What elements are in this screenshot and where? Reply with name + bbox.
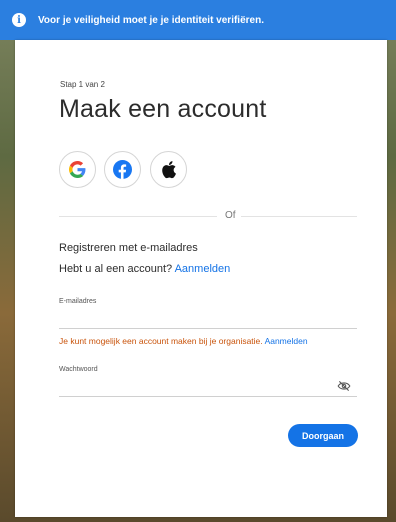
or-separator: Of <box>225 210 236 221</box>
password-label: Wachtwoord <box>59 366 98 373</box>
facebook-signin-button[interactable] <box>104 151 141 188</box>
password-field[interactable] <box>59 376 357 397</box>
facebook-icon <box>113 160 132 179</box>
step-indicator: Stap 1 van 2 <box>60 80 105 89</box>
signup-card: Stap 1 van 2 Maak een account Of Registr… <box>15 40 387 517</box>
divider-left <box>59 216 217 217</box>
notification-banner: i Voor je veiligheid moet je je identite… <box>0 0 396 40</box>
divider-right <box>241 216 357 217</box>
register-heading: Registreren met e-mailadres <box>59 242 198 254</box>
have-account-text: Hebt u al een account? <box>59 263 173 275</box>
google-signin-button[interactable] <box>59 151 96 188</box>
google-icon <box>69 161 86 178</box>
apple-signin-button[interactable] <box>150 151 187 188</box>
org-note: Je kunt mogelijk een account maken bij j… <box>59 336 308 346</box>
eye-slash-icon[interactable] <box>337 380 351 392</box>
sign-in-link[interactable]: Aanmelden <box>175 263 231 275</box>
org-note-text: Je kunt mogelijk een account maken bij j… <box>59 336 263 346</box>
info-icon: i <box>12 13 26 27</box>
have-account-line: Hebt u al een account? Aanmelden <box>59 263 230 275</box>
email-field[interactable] <box>59 310 357 329</box>
apple-icon <box>162 161 176 179</box>
page-title: Maak een account <box>59 95 267 123</box>
banner-text: Voor je veiligheid moet je je identiteit… <box>38 14 264 26</box>
email-label: E-mailadres <box>59 298 97 305</box>
continue-button[interactable]: Doorgaan <box>288 424 358 447</box>
org-sign-in-link[interactable]: Aanmelden <box>265 336 308 346</box>
